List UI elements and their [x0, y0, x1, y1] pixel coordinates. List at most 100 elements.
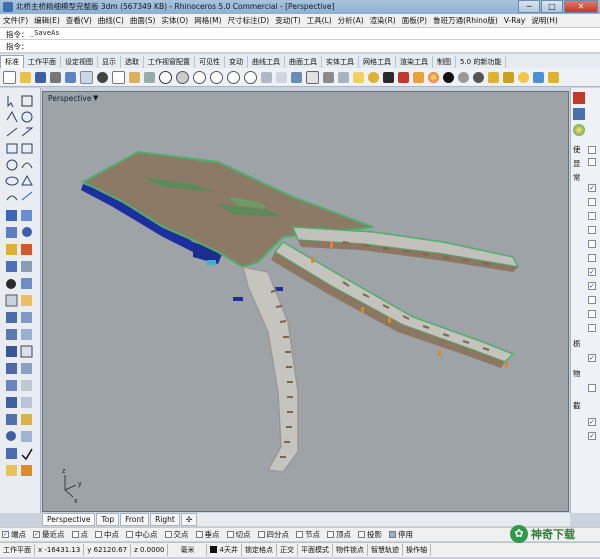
viewport-tab-perspective[interactable]: Perspective: [42, 513, 96, 526]
panel-checkbox[interactable]: [588, 212, 596, 220]
viewport-tab-right[interactable]: Right: [150, 513, 180, 526]
viewport-tab-front[interactable]: Front: [120, 513, 150, 526]
new-file-icon[interactable]: [3, 70, 16, 84]
menu-transform[interactable]: 变动(T): [272, 15, 303, 26]
open-folder-icon[interactable]: [20, 71, 31, 83]
menu-help[interactable]: 说明(H): [528, 15, 561, 26]
osnap-checkbox[interactable]: [195, 531, 203, 538]
tab-viewport-layout[interactable]: 工作视窗配置: [144, 56, 195, 68]
panel-checkbox[interactable]: ✓: [588, 354, 596, 362]
perspective-viewport[interactable]: Perspective ▼ z y x: [42, 91, 569, 512]
osnap-checkbox[interactable]: ✓: [2, 531, 9, 538]
four-view-icon[interactable]: [276, 71, 287, 83]
add-viewport-icon[interactable]: ✣: [180, 513, 198, 526]
menu-solid[interactable]: 实体(O): [158, 15, 191, 26]
menu-dimension[interactable]: 尺寸标注(D): [225, 15, 273, 26]
properties-icon[interactable]: [398, 71, 409, 83]
cut-icon[interactable]: [97, 71, 108, 83]
tab-new-in-v5[interactable]: 5.0 的新功能: [456, 56, 507, 68]
zoom-window-icon[interactable]: [210, 70, 223, 84]
osnap-project[interactable]: 投影: [358, 529, 382, 540]
pencil-icon[interactable]: [503, 71, 514, 83]
zoom-selected-icon[interactable]: [244, 70, 257, 84]
osnap-end[interactable]: ✓ 端点: [2, 529, 26, 540]
print-icon[interactable]: [50, 71, 61, 83]
status-ortho[interactable]: 正交: [277, 544, 298, 556]
rendered-sphere-icon[interactable]: [473, 71, 484, 83]
panel-checkbox[interactable]: [588, 384, 596, 392]
hide-icon[interactable]: [338, 71, 349, 83]
osnap-point[interactable]: 点: [71, 529, 88, 540]
osnap-disable[interactable]: 停用: [389, 529, 413, 540]
status-gumball[interactable]: 操作轴: [403, 544, 431, 556]
menu-file[interactable]: 文件(F): [0, 15, 31, 26]
viewport-dropdown-icon[interactable]: ▼: [93, 94, 98, 102]
panel-checkbox[interactable]: [588, 146, 596, 154]
help-icon[interactable]: [548, 71, 559, 83]
grid-icon[interactable]: [306, 70, 319, 84]
pan-icon[interactable]: [159, 70, 172, 84]
menu-curve[interactable]: 曲线(C): [95, 15, 127, 26]
undo-view-icon[interactable]: [261, 71, 272, 83]
paint-icon[interactable]: [488, 71, 499, 83]
panel-checkbox[interactable]: ✓: [588, 432, 596, 440]
osnap-center[interactable]: 中心点: [126, 529, 158, 540]
zoom-icon[interactable]: [193, 70, 206, 84]
options-icon[interactable]: [533, 71, 544, 83]
undo-icon[interactable]: [144, 71, 155, 83]
minimize-button[interactable]: ─: [518, 0, 540, 13]
osnap-checkbox[interactable]: [296, 531, 303, 538]
material-icon[interactable]: [413, 71, 424, 83]
panel-checkbox[interactable]: [588, 296, 596, 304]
osnap-checkbox[interactable]: [164, 531, 172, 538]
tab-display[interactable]: 显示: [98, 56, 121, 68]
menu-surface[interactable]: 曲面(S): [127, 15, 159, 26]
cplane-icon[interactable]: [291, 71, 302, 83]
tab-select[interactable]: 选取: [121, 56, 144, 68]
select-icon[interactable]: [323, 71, 334, 83]
export-icon[interactable]: [80, 70, 93, 84]
menu-render[interactable]: 渲染(R): [367, 15, 399, 26]
menu-panels[interactable]: 面板(P): [399, 15, 430, 26]
status-grid-snap[interactable]: 锁定格点: [242, 544, 277, 556]
panel-checkbox[interactable]: ✓: [588, 418, 596, 426]
osnap-intersection[interactable]: 交点: [164, 529, 189, 540]
layer-icon[interactable]: [383, 71, 394, 83]
menu-vray[interactable]: V-Ray: [501, 16, 528, 25]
osnap-near[interactable]: ✓ 最近点: [33, 529, 65, 540]
osnap-checkbox[interactable]: [126, 531, 133, 538]
import-icon[interactable]: [65, 71, 76, 83]
osnap-checkbox[interactable]: [95, 531, 102, 538]
render-sphere-icon[interactable]: [443, 71, 454, 83]
panel-checkbox[interactable]: [588, 240, 596, 248]
tab-solid-tools[interactable]: 实体工具: [322, 56, 359, 68]
osnap-checkbox[interactable]: [257, 531, 265, 538]
tab-mesh-tools[interactable]: 网格工具: [359, 56, 396, 68]
close-button[interactable]: ✕: [564, 0, 598, 13]
osnap-checkbox[interactable]: [389, 531, 396, 538]
panel-checkbox[interactable]: [588, 310, 596, 318]
rotate-view-icon[interactable]: [176, 70, 189, 84]
panel-checkbox[interactable]: ✓: [588, 282, 596, 290]
tab-cplanes[interactable]: 工作平面: [24, 56, 61, 68]
osnap-tan[interactable]: 切点: [226, 529, 251, 540]
copy-icon[interactable]: [112, 70, 125, 84]
menu-edit[interactable]: 编辑(E): [31, 15, 63, 26]
panel-checkbox[interactable]: [588, 324, 596, 332]
display-tab-icon[interactable]: [573, 124, 585, 136]
osnap-checkbox[interactable]: [327, 531, 334, 538]
osnap-checkbox[interactable]: [226, 531, 234, 538]
menu-luban[interactable]: 鲁班万通(Rhino版): [430, 15, 501, 26]
status-osnap[interactable]: 物件锁点: [333, 544, 368, 556]
viewport-tab-top[interactable]: Top: [96, 513, 120, 526]
osnap-knot[interactable]: 节点: [296, 529, 320, 540]
osnap-vertex[interactable]: 顶点: [327, 529, 351, 540]
gear-icon[interactable]: [518, 71, 529, 83]
command-prompt[interactable]: 指令：: [0, 40, 600, 53]
lock-icon[interactable]: [353, 71, 364, 83]
save-icon[interactable]: [35, 71, 46, 83]
properties-tab-icon[interactable]: [573, 92, 585, 104]
zoom-extents-icon[interactable]: [227, 70, 240, 84]
panel-checkbox[interactable]: [588, 198, 596, 206]
status-planar[interactable]: 平面模式: [298, 544, 333, 556]
